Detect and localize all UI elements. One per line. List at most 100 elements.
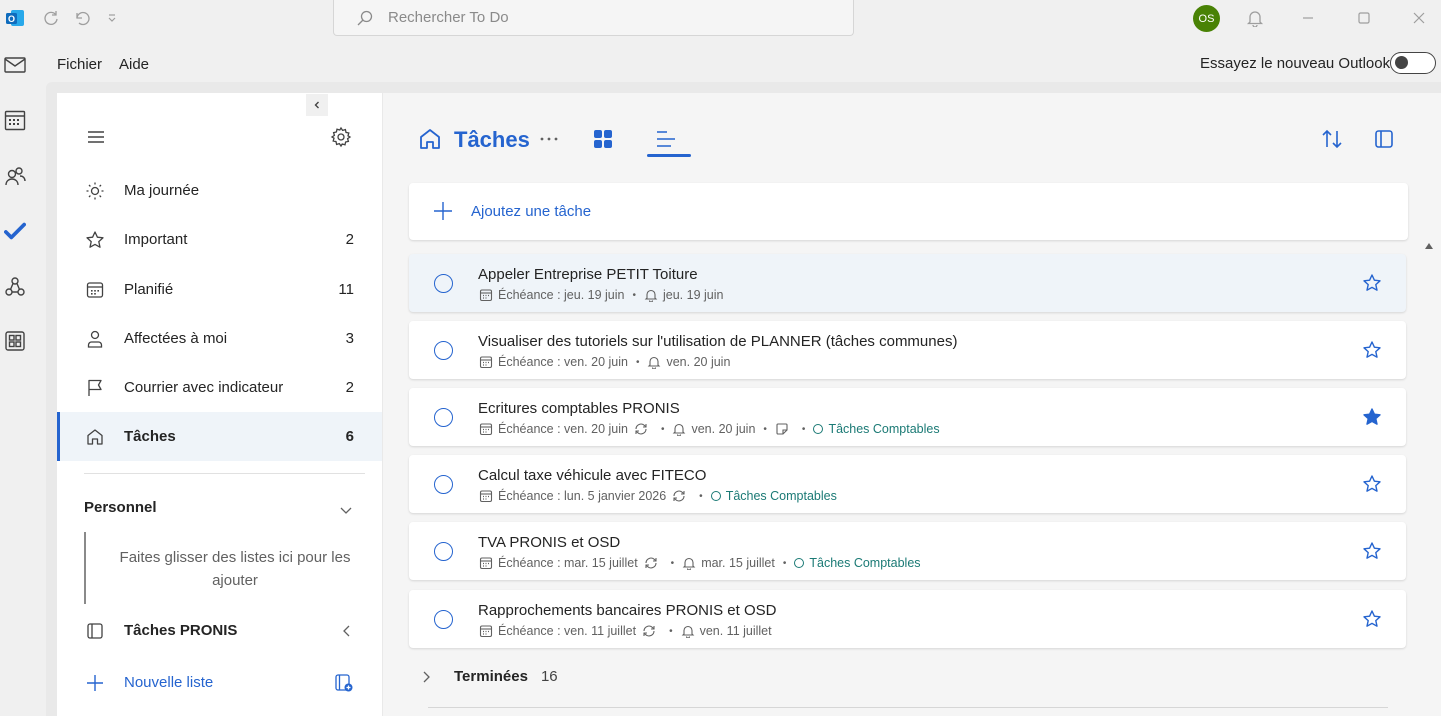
avatar[interactable]: OS	[1193, 5, 1220, 32]
task-due-date: Échéance : jeu. 19 juin	[498, 288, 625, 302]
completed-section-toggle[interactable]: Terminées 16	[420, 668, 558, 685]
sidebar-item-label: Tâches	[124, 428, 176, 445]
task-title[interactable]: Rapprochements bancaires PRONIS et OSD	[478, 602, 776, 619]
sidebar-item-count: 2	[345, 231, 354, 248]
people-icon[interactable]	[4, 165, 26, 187]
repeat-icon	[644, 556, 658, 570]
sidebar-item-count: 11	[338, 281, 354, 298]
task-checkbox[interactable]	[434, 274, 453, 293]
star-icon[interactable]	[1362, 273, 1382, 293]
bell-icon	[682, 556, 696, 570]
repeat-icon	[642, 624, 656, 638]
sidebar-item-label: Tâches PRONIS	[124, 622, 238, 639]
task-checkbox[interactable]	[434, 542, 453, 561]
menu-hamburger-icon[interactable]	[84, 125, 108, 149]
sidebar-item-planned[interactable]: Planifié 11	[57, 265, 382, 314]
sidebar-item-important[interactable]: Important 2	[57, 215, 382, 264]
star-filled-icon[interactable]	[1362, 407, 1382, 427]
group-title[interactable]: Personnel	[84, 499, 157, 516]
sync-icon[interactable]	[41, 8, 61, 28]
list-panel-icon	[85, 621, 105, 641]
task-item[interactable]: Appeler Entreprise PETIT Toiture Échéanc…	[409, 254, 1406, 312]
completed-label: Terminées	[454, 668, 528, 685]
chevron-left-icon	[340, 624, 354, 638]
drop-hint-text: Faites glisser des listes ici pour les a…	[119, 549, 351, 589]
completed-count: 16	[540, 668, 558, 685]
calendar-app-icon[interactable]	[4, 109, 26, 131]
search-input[interactable]	[388, 9, 808, 26]
star-icon[interactable]	[1362, 541, 1382, 561]
task-title[interactable]: TVA PRONIS et OSD	[478, 534, 620, 551]
task-item[interactable]: Visualiser des tutoriels sur l'utilisati…	[409, 321, 1406, 379]
group-drop-zone: Faites glisser des listes ici pour les a…	[84, 532, 364, 604]
minimize-icon[interactable]	[1298, 8, 1318, 28]
star-icon[interactable]	[1362, 340, 1382, 360]
calendar-icon	[479, 355, 493, 369]
task-checkbox[interactable]	[434, 408, 453, 427]
task-title[interactable]: Calcul taxe véhicule avec FITECO	[478, 467, 706, 484]
sidebar-item-label: Courrier avec indicateur	[124, 379, 284, 396]
sidebar-item-taches-pronis[interactable]: Tâches PRONIS	[57, 606, 382, 655]
collapse-sidebar-button[interactable]	[306, 94, 328, 116]
sidebar-item-tasks[interactable]: Tâches 6	[57, 412, 382, 461]
groups-icon[interactable]	[4, 276, 26, 298]
task-meta: Échéance : lun. 5 janvier 2026 • Tâches …	[479, 489, 837, 503]
sidebar-item-label: Affectées à moi	[124, 330, 228, 347]
task-meta: Échéance : ven. 11 juillet • ven. 11 jui…	[479, 624, 772, 638]
calendar-icon	[479, 624, 493, 638]
new-list-button[interactable]: Nouvelle liste	[57, 658, 382, 707]
scroll-up-arrow-icon[interactable]	[1425, 243, 1433, 249]
apps-icon[interactable]	[4, 330, 26, 352]
task-title[interactable]: Appeler Entreprise PETIT Toiture	[478, 266, 698, 283]
bell-icon[interactable]	[1245, 8, 1265, 28]
task-item[interactable]: TVA PRONIS et OSD Échéance : mar. 15 jui…	[409, 522, 1406, 580]
search-box[interactable]	[333, 0, 854, 36]
menu-file[interactable]: Fichier	[57, 56, 102, 73]
chevron-down-icon[interactable]	[102, 8, 122, 28]
menu-help[interactable]: Aide	[119, 56, 149, 73]
task-reminder: ven. 11 juillet	[699, 624, 772, 638]
new-list-label: Nouvelle liste	[124, 674, 214, 691]
task-title[interactable]: Ecritures comptables PRONIS	[478, 400, 680, 417]
sidebar-item-label: Planifié	[124, 281, 174, 298]
settings-gear-icon[interactable]	[329, 125, 353, 149]
calendar-icon	[479, 422, 493, 436]
sidebar-item-assigned[interactable]: Affectées à moi 3	[57, 314, 382, 363]
add-task-input[interactable]: Ajoutez une tâche	[409, 183, 1408, 240]
close-icon[interactable]	[1409, 8, 1429, 28]
repeat-icon	[672, 489, 686, 503]
active-view-indicator	[647, 154, 691, 157]
star-icon[interactable]	[1362, 474, 1382, 494]
maximize-icon[interactable]	[1354, 8, 1374, 28]
sidebar-item-label: Ma journée	[124, 182, 200, 199]
chevron-down-icon[interactable]	[334, 498, 358, 522]
try-new-outlook-label: Essayez le nouveau Outlook	[1200, 55, 1391, 72]
plus-icon	[433, 201, 453, 221]
more-options-icon[interactable]	[537, 127, 561, 151]
task-item[interactable]: Ecritures comptables PRONIS Échéance : v…	[409, 388, 1406, 446]
new-group-icon[interactable]	[334, 673, 354, 693]
task-title[interactable]: Visualiser des tutoriels sur l'utilisati…	[478, 333, 957, 350]
task-checkbox[interactable]	[434, 610, 453, 629]
task-item[interactable]: Rapprochements bancaires PRONIS et OSD É…	[409, 590, 1406, 648]
task-checkbox[interactable]	[434, 341, 453, 360]
sidebar-item-flagged-mail[interactable]: Courrier avec indicateur 2	[57, 363, 382, 412]
task-item[interactable]: Calcul taxe véhicule avec FITECO Échéanc…	[409, 455, 1406, 513]
sidebar-item-my-day[interactable]: Ma journée	[57, 166, 382, 215]
mail-icon[interactable]	[4, 54, 26, 76]
task-meta: Échéance : jeu. 19 juin • jeu. 19 juin	[479, 288, 723, 302]
home-icon	[85, 427, 105, 447]
task-checkbox[interactable]	[434, 475, 453, 494]
new-outlook-toggle[interactable]	[1390, 52, 1436, 74]
task-due-date: Échéance : ven. 20 juin	[498, 355, 628, 369]
grid-view-icon[interactable]	[591, 127, 615, 151]
task-due-date: Échéance : mar. 15 juillet	[498, 556, 638, 570]
task-meta: Échéance : ven. 20 juin • ven. 20 juin •…	[479, 422, 940, 436]
undo-icon[interactable]	[72, 8, 92, 28]
list-view-icon[interactable]	[654, 127, 678, 151]
sort-icon[interactable]	[1320, 127, 1344, 151]
todo-check-icon[interactable]	[4, 220, 26, 242]
details-pane-icon[interactable]	[1372, 127, 1396, 151]
star-icon[interactable]	[1362, 609, 1382, 629]
add-task-placeholder: Ajoutez une tâche	[471, 203, 592, 220]
